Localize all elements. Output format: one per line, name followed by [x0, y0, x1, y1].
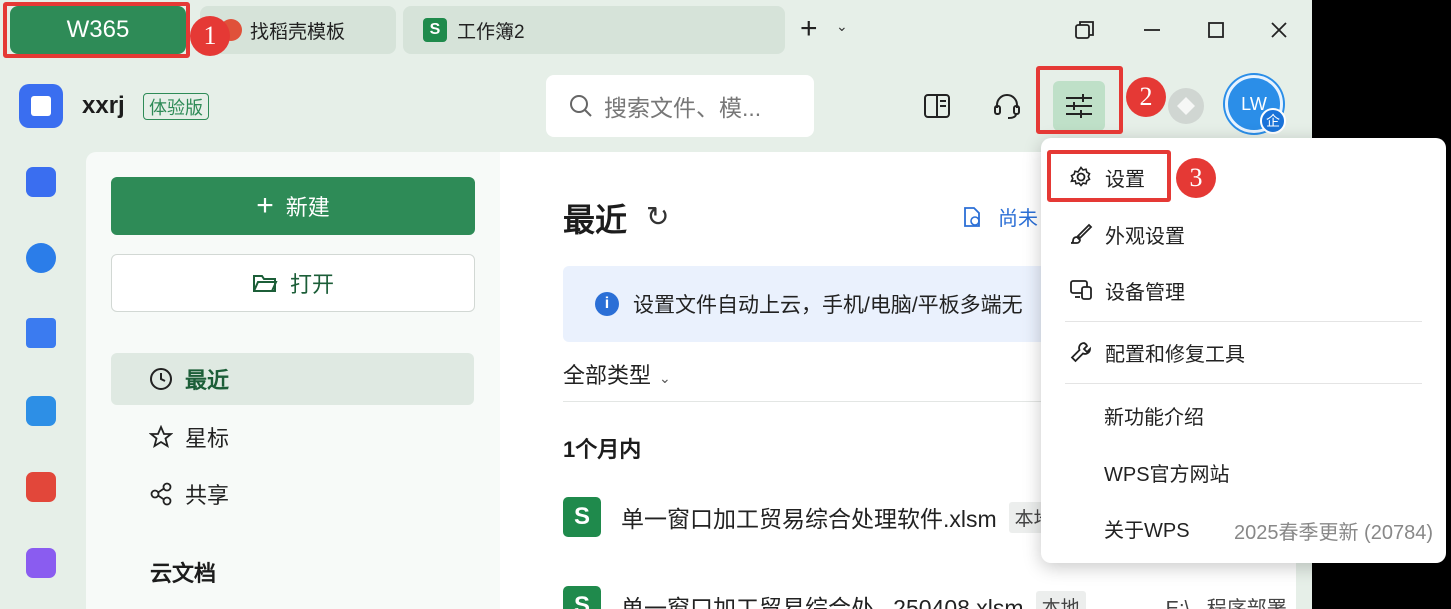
menu-divider [1065, 321, 1422, 322]
spreadsheet-icon: S [563, 586, 601, 609]
logo-mark [31, 96, 51, 116]
chevron-down-icon: ⌄ [659, 370, 671, 386]
docs-icon[interactable] [26, 167, 56, 197]
highlight-settings-item [1047, 150, 1171, 202]
wrench-icon [1067, 338, 1095, 366]
unsynced-label: 尚未 [998, 208, 1038, 230]
file-location-tag: 本地 [1035, 590, 1086, 609]
list-item[interactable]: S 单一窗口加工贸易综合处理软件.xlsm 本地 [563, 497, 1059, 537]
close-button[interactable] [1261, 12, 1297, 48]
restore-icon [1075, 21, 1094, 39]
spreadsheet-icon: S [563, 497, 601, 537]
cloud-docs-title: 云文档 [150, 561, 217, 586]
menu-item-label: 新功能介绍 [1104, 406, 1204, 429]
version-label: 2025春季更新 (20784) [1234, 522, 1433, 544]
menu-item-repair-tool[interactable]: 配置和修复工具 [1041, 328, 1446, 376]
open-button-label: 打开 [289, 272, 334, 297]
step-badge-2: 2 [1126, 77, 1166, 117]
restore-window-button[interactable] [1067, 12, 1103, 48]
layout-toggle-button[interactable] [915, 84, 959, 128]
devices-icon [1067, 276, 1095, 304]
menu-item-website[interactable]: WPS官方网站 [1041, 448, 1446, 496]
autosync-banner[interactable]: i 设置文件自动上云，手机/电脑/平板多端无 [563, 266, 1063, 342]
info-icon: i [595, 292, 619, 316]
sidebar-item-label: 星标 [185, 426, 230, 451]
clock-icon [150, 368, 172, 390]
maximize-button[interactable] [1198, 12, 1234, 48]
group-title: 1个月内 [563, 437, 642, 462]
refresh-icon[interactable]: ↻ [646, 200, 669, 233]
menu-item-label: 设备管理 [1105, 281, 1185, 304]
star-icon [149, 425, 173, 448]
banner-text: 设置文件自动上云，手机/电脑/平板多端无 [633, 294, 1023, 317]
file-type-filter[interactable]: 全部类型 ⌄ [563, 358, 671, 390]
new-button-label: 新建 [285, 195, 330, 220]
new-button[interactable]: + 新建 [111, 177, 475, 235]
share-icon [150, 482, 172, 506]
tab-template[interactable]: 找稻壳模板 [200, 6, 396, 54]
support-button[interactable] [985, 84, 1029, 128]
pdf-icon[interactable] [26, 472, 56, 502]
step-badge-3: 3 [1176, 158, 1216, 198]
panel-icon [924, 94, 950, 118]
enterprise-badge: 企 [1260, 108, 1286, 134]
highlight-home-tab [3, 2, 190, 58]
sidebar-item-shared[interactable]: 共享 [111, 468, 474, 520]
sidebar-item-label: 共享 [185, 483, 230, 508]
headset-icon [994, 94, 1020, 119]
sidebar-item-recent[interactable]: 最近 [111, 353, 474, 405]
menu-item-label: 外观设置 [1105, 225, 1185, 248]
apps-icon[interactable] [26, 548, 56, 578]
menu-item-label: WPS官方网站 [1104, 463, 1230, 486]
search-placeholder: 搜索文件、模... [604, 95, 762, 121]
chevron-down-icon[interactable]: ⌄ [836, 18, 848, 35]
menu-item-label: 配置和修复工具 [1105, 343, 1245, 366]
highlight-settings-button [1036, 66, 1123, 134]
open-button[interactable]: 打开 [111, 254, 475, 312]
list-item[interactable]: S 单一窗口加工贸易综合处...250408.xlsm 本地 E:\...程序部… [563, 586, 1287, 609]
cloud-file-icon [964, 206, 980, 227]
menu-item-label: 关于WPS [1104, 519, 1190, 542]
search-box[interactable]: 搜索文件、模... [546, 75, 814, 137]
tab-template-label: 找稻壳模板 [250, 21, 346, 43]
trial-badge: 体验版 [143, 93, 209, 120]
sidebar-item-starred[interactable]: 星标 [111, 411, 474, 463]
diamond-icon [1177, 97, 1195, 115]
membership-button[interactable] [1168, 88, 1204, 124]
username[interactable]: xxrj [82, 92, 125, 120]
close-icon [1271, 22, 1287, 38]
file-name: 单一窗口加工贸易综合处...250408.xlsm [621, 595, 1024, 609]
minimize-button[interactable] [1134, 12, 1170, 48]
file-path: E:\...程序部署 [1165, 597, 1287, 609]
menu-divider [1065, 383, 1422, 384]
step-badge-1: 1 [190, 16, 230, 56]
meeting-icon[interactable] [26, 318, 56, 348]
menu-item-devices[interactable]: 设备管理 [1041, 266, 1446, 314]
folder-icon [252, 275, 278, 292]
calendar-icon[interactable] [26, 396, 56, 426]
page-title: 最近 [563, 202, 628, 238]
minimize-icon [1144, 29, 1160, 31]
search-icon [570, 95, 592, 117]
chat-icon[interactable] [26, 243, 56, 273]
menu-item-whats-new[interactable]: 新功能介绍 [1041, 391, 1446, 439]
sidebar-item-label: 最近 [185, 368, 230, 393]
new-tab-button[interactable]: + [800, 14, 818, 44]
filter-label: 全部类型 [563, 363, 652, 388]
maximize-icon [1208, 22, 1224, 38]
menu-item-appearance[interactable]: 外观设置 [1041, 210, 1446, 258]
app-logo[interactable] [19, 84, 63, 128]
unsynced-files-link[interactable]: 尚未 [960, 202, 1038, 231]
plus-icon: + [256, 189, 274, 222]
file-name: 单一窗口加工贸易综合处理软件.xlsm [621, 506, 997, 532]
tab-workbook-label: 工作簿2 [457, 21, 525, 43]
divider [563, 401, 1063, 402]
brush-icon [1067, 220, 1095, 248]
tab-workbook[interactable]: S 工作簿2 [403, 6, 785, 54]
spreadsheet-icon: S [423, 18, 447, 42]
